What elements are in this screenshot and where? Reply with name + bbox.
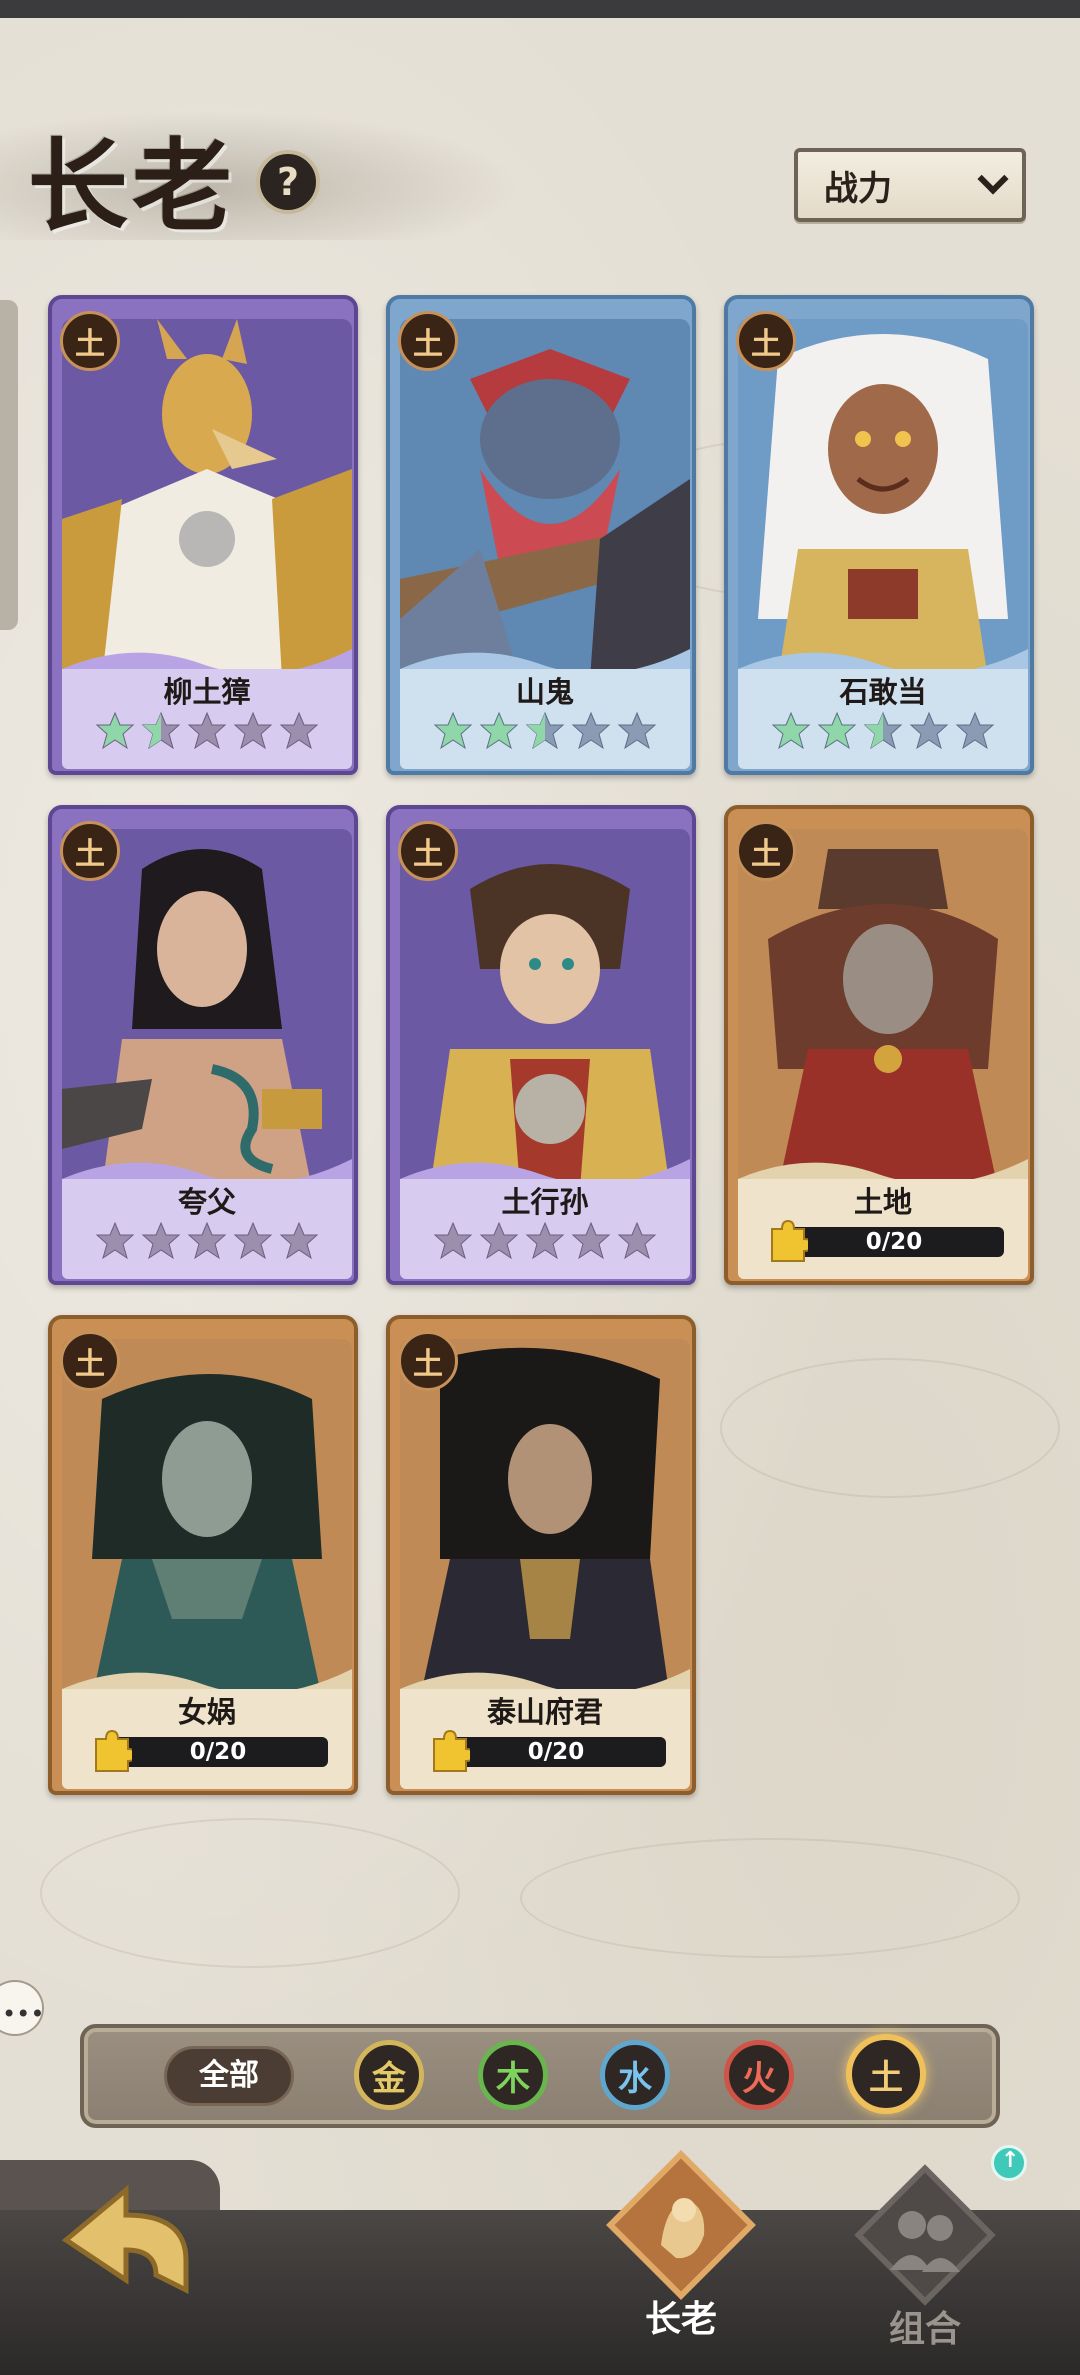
star-icon bbox=[909, 711, 949, 750]
star-icon bbox=[617, 711, 657, 750]
hero-name: 土地 bbox=[853, 1185, 912, 1219]
filter-fire-button[interactable]: 火 bbox=[724, 2040, 794, 2110]
elder-emblem-icon bbox=[606, 2150, 756, 2300]
help-button[interactable]: ? bbox=[256, 150, 320, 214]
hero-card[interactable]: 土 柳土獐 bbox=[48, 295, 358, 775]
arrow-up-icon: ↑ bbox=[1001, 2148, 1020, 2173]
puzzle-piece-icon bbox=[771, 1219, 808, 1262]
shard-progress: 0/20 bbox=[108, 1737, 328, 1767]
star-rating bbox=[52, 1221, 354, 1261]
chevron-down-icon bbox=[977, 163, 1009, 195]
star-icon bbox=[479, 1221, 519, 1260]
star-icon bbox=[279, 1221, 319, 1260]
star-icon bbox=[525, 711, 565, 750]
star-icon bbox=[571, 1221, 611, 1260]
earth-element-badge: 土 bbox=[60, 311, 120, 371]
tab-combo[interactable]: 组合 bbox=[850, 2160, 1000, 2352]
hero-name: 石敢当 bbox=[839, 675, 927, 709]
hero-card[interactable]: 土 女娲 0/20 bbox=[48, 1315, 358, 1795]
star-icon bbox=[279, 711, 319, 750]
hero-name: 泰山府君 bbox=[486, 1695, 603, 1729]
star-icon bbox=[141, 1221, 181, 1260]
hero-name: 土行孙 bbox=[501, 1185, 589, 1219]
hero-portrait bbox=[738, 829, 1028, 1189]
status-strip bbox=[0, 0, 1080, 18]
star-icon bbox=[141, 711, 181, 750]
hero-portrait bbox=[400, 319, 690, 679]
star-icon bbox=[187, 711, 227, 750]
star-icon bbox=[955, 711, 995, 750]
star-icon bbox=[525, 1221, 565, 1260]
page-title: 长老 bbox=[28, 127, 236, 245]
star-icon bbox=[771, 711, 811, 750]
hero-card[interactable]: 土 泰山府君 0/20 bbox=[386, 1315, 696, 1795]
hero-name: 山鬼 bbox=[515, 675, 574, 709]
earth-element-badge: 土 bbox=[736, 821, 796, 881]
star-icon bbox=[95, 1221, 135, 1260]
hero-portrait bbox=[62, 1339, 352, 1699]
star-rating bbox=[390, 1221, 692, 1261]
hero-card[interactable]: 土 石敢当 bbox=[724, 295, 1034, 775]
sort-dropdown[interactable]: 战力 bbox=[794, 148, 1026, 222]
tab-elders[interactable]: 长老 bbox=[606, 2150, 756, 2342]
hero-portrait bbox=[62, 319, 352, 679]
ellipsis-icon: ••• bbox=[2, 2000, 45, 2028]
hero-portrait bbox=[400, 1339, 690, 1699]
star-icon bbox=[617, 1221, 657, 1260]
notification-badge: ↑ bbox=[991, 2145, 1027, 2181]
star-icon bbox=[863, 711, 903, 750]
earth-element-badge: 土 bbox=[60, 821, 120, 881]
earth-element-badge: 土 bbox=[60, 1331, 120, 1391]
hero-card[interactable]: 土 山鬼 bbox=[386, 295, 696, 775]
hero-card[interactable]: 土 土地 0/20 bbox=[724, 805, 1034, 1285]
filter-metal-button[interactable]: 金 bbox=[354, 2040, 424, 2110]
hero-card[interactable]: 土 夸父 bbox=[48, 805, 358, 1285]
star-icon bbox=[479, 711, 519, 750]
puzzle-piece-icon bbox=[433, 1729, 470, 1772]
hero-name: 女娲 bbox=[177, 1695, 236, 1729]
side-drawer-handle[interactable] bbox=[0, 300, 18, 630]
star-rating bbox=[390, 711, 692, 751]
hero-portrait bbox=[738, 319, 1028, 679]
star-icon bbox=[817, 711, 857, 750]
filter-wood-button[interactable]: 木 bbox=[478, 2040, 548, 2110]
hero-name: 夸父 bbox=[177, 1185, 236, 1219]
star-icon bbox=[433, 711, 473, 750]
star-icon bbox=[571, 711, 611, 750]
hero-portrait bbox=[62, 829, 352, 1189]
question-icon: ? bbox=[276, 160, 300, 204]
group-emblem-icon bbox=[854, 2164, 996, 2306]
star-icon bbox=[95, 711, 135, 750]
star-rating bbox=[52, 711, 354, 751]
earth-element-badge: 土 bbox=[398, 821, 458, 881]
shard-progress: 0/20 bbox=[446, 1737, 666, 1767]
shard-progress: 0/20 bbox=[784, 1227, 1004, 1257]
star-icon bbox=[433, 1221, 473, 1260]
puzzle-piece-icon bbox=[95, 1729, 132, 1772]
filter-all-label: 全部 bbox=[199, 2058, 259, 2093]
star-rating bbox=[728, 711, 1030, 751]
earth-element-badge: 土 bbox=[736, 311, 796, 371]
back-arrow-button[interactable] bbox=[56, 2180, 196, 2300]
star-icon bbox=[187, 1221, 227, 1260]
filter-earth-button[interactable]: 土 bbox=[846, 2034, 926, 2114]
hero-card[interactable]: 土 土行孙 bbox=[386, 805, 696, 1285]
hero-name: 柳土獐 bbox=[163, 675, 251, 709]
filter-all-button[interactable]: 全部 bbox=[164, 2046, 294, 2106]
hero-portrait bbox=[400, 829, 690, 1189]
sort-label: 战力 bbox=[824, 168, 892, 209]
earth-element-badge: 土 bbox=[398, 1331, 458, 1391]
earth-element-badge: 土 bbox=[398, 311, 458, 371]
filter-water-button[interactable]: 水 bbox=[600, 2040, 670, 2110]
star-icon bbox=[233, 1221, 273, 1260]
star-icon bbox=[233, 711, 273, 750]
